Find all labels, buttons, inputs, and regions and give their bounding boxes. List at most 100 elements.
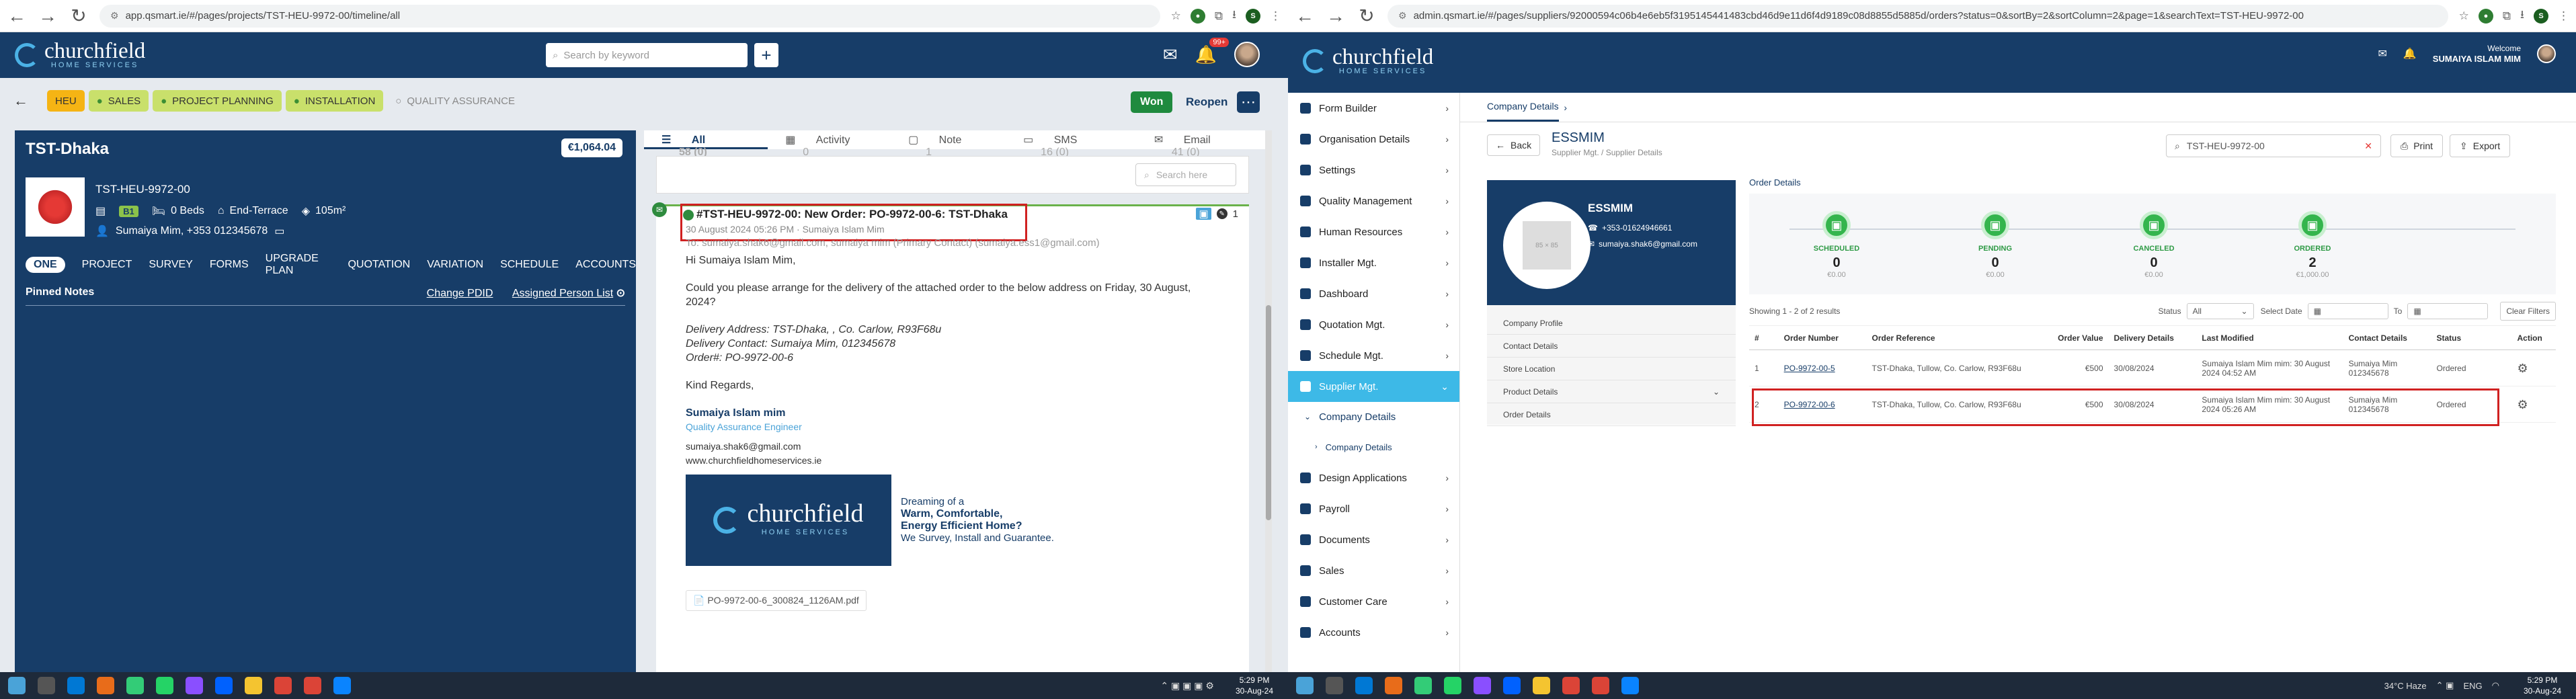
- chrome-icon[interactable]: [1592, 677, 1609, 694]
- tab-all[interactable]: ☰ All 58 (0): [644, 130, 768, 158]
- whatsapp-icon[interactable]: [1444, 677, 1461, 694]
- avatar[interactable]: [2537, 44, 2556, 63]
- pin-icon[interactable]: ▣: [1196, 208, 1211, 220]
- sidebar-item-quality[interactable]: Quality Management ›: [1288, 186, 1459, 216]
- site-info-icon[interactable]: ⚙: [1398, 10, 1407, 22]
- chrome-icon[interactable]: [274, 677, 292, 694]
- start-icon[interactable]: [8, 677, 26, 694]
- stage-sales[interactable]: ● SALES: [88, 90, 149, 112]
- download-icon[interactable]: ⭳: [2520, 6, 2524, 26]
- stage-heu[interactable]: HEU: [47, 90, 85, 112]
- tab-activity[interactable]: ▦ Activity 0: [768, 130, 891, 158]
- card-icon[interactable]: ▭: [274, 224, 284, 238]
- sidebar-item-sales[interactable]: Sales ›: [1288, 555, 1459, 586]
- step-ordered[interactable]: ▣ ORDERED 2 €1,000.00: [2279, 211, 2346, 279]
- gear-icon[interactable]: ⚙: [2511, 350, 2556, 386]
- firefox-icon[interactable]: [97, 677, 114, 694]
- tab-sms[interactable]: ▭ SMS 16 (0): [1006, 130, 1137, 158]
- search-icon[interactable]: [1326, 677, 1343, 694]
- menu-product-details[interactable]: Product Details ⌄: [1487, 380, 1736, 403]
- clear-filters-button[interactable]: Clear Filters: [2500, 302, 2556, 321]
- whatsapp-icon[interactable]: [156, 677, 173, 694]
- tab-survey[interactable]: SURVEY: [149, 259, 193, 271]
- star-icon[interactable]: ☆: [1171, 9, 1181, 23]
- tab-quotation[interactable]: QUOTATION: [348, 259, 410, 271]
- date-from-input[interactable]: ▦: [2307, 303, 2388, 319]
- tray-icons[interactable]: ⌃ ▣: [2436, 680, 2454, 691]
- start-icon[interactable]: [1296, 677, 1314, 694]
- sidebar-item-accounts[interactable]: Accounts ›: [1288, 617, 1459, 648]
- back-button[interactable]: ← Back: [1487, 134, 1541, 156]
- address-bar[interactable]: ⚙ admin.qsmart.ie/#/pages/suppliers/9200…: [1387, 4, 2448, 28]
- avatar[interactable]: [1234, 42, 1260, 67]
- clock[interactable]: 5:29 PM 30-Aug-24: [2524, 675, 2561, 696]
- tab-accounts[interactable]: ACCOUNTS: [575, 259, 636, 271]
- tab-note[interactable]: ▢ Note 1: [891, 130, 1006, 158]
- app-icon[interactable]: [1414, 677, 1432, 694]
- profile-icon[interactable]: S: [1246, 8, 1260, 24]
- more-menu-button[interactable]: ⋯: [1237, 91, 1260, 113]
- menu-store-location[interactable]: Store Location: [1487, 358, 1736, 380]
- export-button[interactable]: ⇪ Export: [2450, 134, 2511, 157]
- tray-icons[interactable]: ⌃ ▣ ▣ ▣ ⚙: [1160, 680, 1214, 692]
- menu-dots-icon[interactable]: ⋮: [2558, 9, 2569, 23]
- menu-contact-details[interactable]: Contact Details: [1487, 335, 1736, 358]
- status-select[interactable]: All ⌄: [2186, 303, 2254, 319]
- col-header[interactable]: Delivery Details: [2108, 325, 2197, 350]
- col-header[interactable]: Order Reference: [1866, 325, 2043, 350]
- mail-icon[interactable]: ✉: [1163, 44, 1178, 65]
- forward-arrow-icon[interactable]: →: [38, 5, 58, 27]
- sidebar-item-supplier[interactable]: Supplier Mgt. ⌄: [1288, 371, 1459, 402]
- chrome-icon[interactable]: [304, 677, 321, 694]
- back-arrow-icon[interactable]: ←: [7, 5, 27, 27]
- puzzle-icon[interactable]: ⧉: [2503, 9, 2511, 23]
- download-icon[interactable]: ⭳: [1232, 6, 1236, 26]
- extension-icon[interactable]: ●: [1190, 8, 1205, 24]
- sidebar-item-dashboard[interactable]: Dashboard ›: [1288, 278, 1459, 309]
- puzzle-icon[interactable]: ⧉: [1215, 9, 1223, 23]
- step-scheduled[interactable]: ▣ SCHEDULED 0 €0.00: [1803, 211, 1870, 279]
- person-circle-icon[interactable]: ⊙: [616, 288, 625, 299]
- profile-icon[interactable]: S: [2534, 8, 2548, 24]
- sidebar-item-design[interactable]: Design Applications ›: [1288, 462, 1459, 493]
- back-icon[interactable]: ←: [13, 92, 28, 110]
- reopen-button[interactable]: Reopen: [1179, 91, 1234, 113]
- print-button[interactable]: ⎙ Print: [2390, 134, 2443, 157]
- breadcrumb-item[interactable]: Company Details: [1487, 93, 1559, 122]
- sidebar-item-quotation[interactable]: Quotation Mgt. ›: [1288, 309, 1459, 340]
- tab-timeline[interactable]: ONE: [26, 257, 65, 273]
- app-icon[interactable]: [215, 677, 233, 694]
- sidebar-item-customer-care[interactable]: Customer Care ›: [1288, 586, 1459, 617]
- col-header[interactable]: Contact Details: [2343, 325, 2431, 350]
- change-pdid-link[interactable]: Change PDID: [427, 288, 493, 299]
- sidebar-item-hr[interactable]: Human Resources ›: [1288, 216, 1459, 247]
- mail-icon[interactable]: ✉: [2378, 47, 2386, 60]
- folder-icon[interactable]: [1533, 677, 1550, 694]
- app-icon[interactable]: [1503, 677, 1521, 694]
- sidebar-sub-company-details[interactable]: ⌄ Company Details: [1288, 402, 1459, 431]
- clock[interactable]: 5:29 PM 30-Aug-24: [1236, 675, 1273, 696]
- gear-icon[interactable]: ⚙: [2511, 386, 2556, 423]
- reload-icon[interactable]: ↻: [69, 5, 89, 27]
- stage-installation[interactable]: ● INSTALLATION: [285, 90, 384, 112]
- app-icon[interactable]: [186, 677, 203, 694]
- assigned-person-list-link[interactable]: Assigned Person List: [512, 288, 613, 299]
- tab-email[interactable]: ✉ Email 41 (0): [1137, 130, 1269, 158]
- stage-quality-assurance[interactable]: ○ QUALITY ASSURANCE: [387, 90, 523, 112]
- menu-dots-icon[interactable]: ⋮: [1270, 9, 1281, 23]
- scrollbar[interactable]: [1265, 130, 1272, 672]
- bell-icon[interactable]: 🔔 99+: [1195, 37, 1229, 65]
- col-header[interactable]: Order Number: [1778, 325, 1867, 350]
- bell-icon[interactable]: 🔔: [2403, 47, 2417, 60]
- email-subject[interactable]: #TST-HEU-9972-00: New Order: PO-9972-00-…: [683, 208, 1008, 221]
- order-link[interactable]: PO-9972-00-5: [1784, 364, 1835, 373]
- site-info-icon[interactable]: ⚙: [110, 10, 119, 22]
- won-button[interactable]: Won: [1131, 91, 1173, 113]
- app-icon[interactable]: [333, 677, 351, 694]
- sidebar-item-documents[interactable]: Documents ›: [1288, 524, 1459, 555]
- tab-upgrade-plan[interactable]: UPGRADE PLAN: [266, 253, 331, 277]
- back-arrow-icon[interactable]: ←: [1295, 5, 1315, 27]
- col-header[interactable]: Order Value: [2042, 325, 2109, 350]
- tab-schedule[interactable]: SCHEDULE: [500, 259, 559, 271]
- menu-company-profile[interactable]: Company Profile: [1487, 312, 1736, 335]
